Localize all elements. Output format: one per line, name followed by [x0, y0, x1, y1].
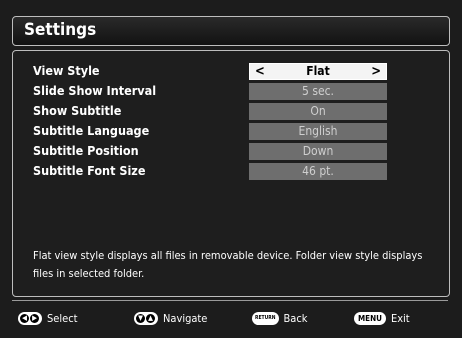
settings-values: < Flat > 5 sec. On English Down 46 pt. — [249, 63, 387, 183]
footer-hints: ◀ ▶ Select ▼ ▲ Navigate RETURN Back MENU… — [12, 300, 448, 331]
settings-header: Settings — [12, 16, 450, 46]
setting-label-subtitle-font-size: Subtitle Font Size — [33, 163, 146, 178]
footer-back: RETURN Back — [252, 310, 308, 326]
setting-value-text: Flat — [306, 64, 330, 78]
footer-select-label: Select — [47, 311, 78, 325]
footer-exit: MENU Exit — [354, 310, 410, 326]
setting-label-slide-show-interval: Slide Show Interval — [33, 83, 157, 98]
return-key-icon: RETURN — [252, 311, 279, 325]
right-arrow-icon: ▶ — [30, 313, 39, 323]
setting-label-view-style: View Style — [33, 63, 100, 78]
setting-value-subtitle-position[interactable]: Down — [249, 143, 387, 160]
setting-label-subtitle-language: Subtitle Language — [33, 123, 150, 138]
settings-labels: View Style Slide Show Interval Show Subt… — [33, 61, 156, 181]
page-title: Settings — [24, 20, 97, 40]
footer-back-label: Back — [283, 311, 308, 325]
footer-select: ◀ ▶ Select — [18, 310, 78, 326]
left-arrow-icon: ◀ — [20, 313, 29, 323]
setting-value-subtitle-font-size[interactable]: 46 pt. — [249, 163, 387, 180]
up-down-arrows-icon: ▼ ▲ — [134, 311, 158, 325]
settings-panel: View Style Slide Show Interval Show Subt… — [12, 50, 450, 297]
setting-value-slide-show-interval[interactable]: 5 sec. — [249, 83, 387, 100]
screen: Settings View Style Slide Show Interval … — [0, 0, 462, 338]
setting-value-view-style[interactable]: < Flat > — [249, 63, 387, 80]
setting-label-show-subtitle: Show Subtitle — [33, 103, 122, 118]
footer-navigate: ▼ ▲ Navigate — [134, 310, 207, 326]
setting-value-subtitle-language[interactable]: English — [249, 123, 387, 140]
footer-exit-label: Exit — [390, 311, 410, 325]
chevron-right-icon[interactable]: > — [371, 64, 381, 79]
up-arrow-icon: ▲ — [146, 313, 155, 323]
chevron-left-icon[interactable]: < — [255, 64, 265, 79]
down-arrow-icon: ▼ — [136, 313, 145, 323]
help-description: Flat view style displays all files in re… — [33, 249, 423, 280]
setting-label-subtitle-position: Subtitle Position — [33, 143, 139, 158]
footer-navigate-label: Navigate — [163, 311, 208, 325]
left-right-arrows-icon: ◀ ▶ — [18, 311, 42, 325]
setting-value-show-subtitle[interactable]: On — [249, 103, 387, 120]
menu-key-icon: MENU — [354, 311, 386, 325]
